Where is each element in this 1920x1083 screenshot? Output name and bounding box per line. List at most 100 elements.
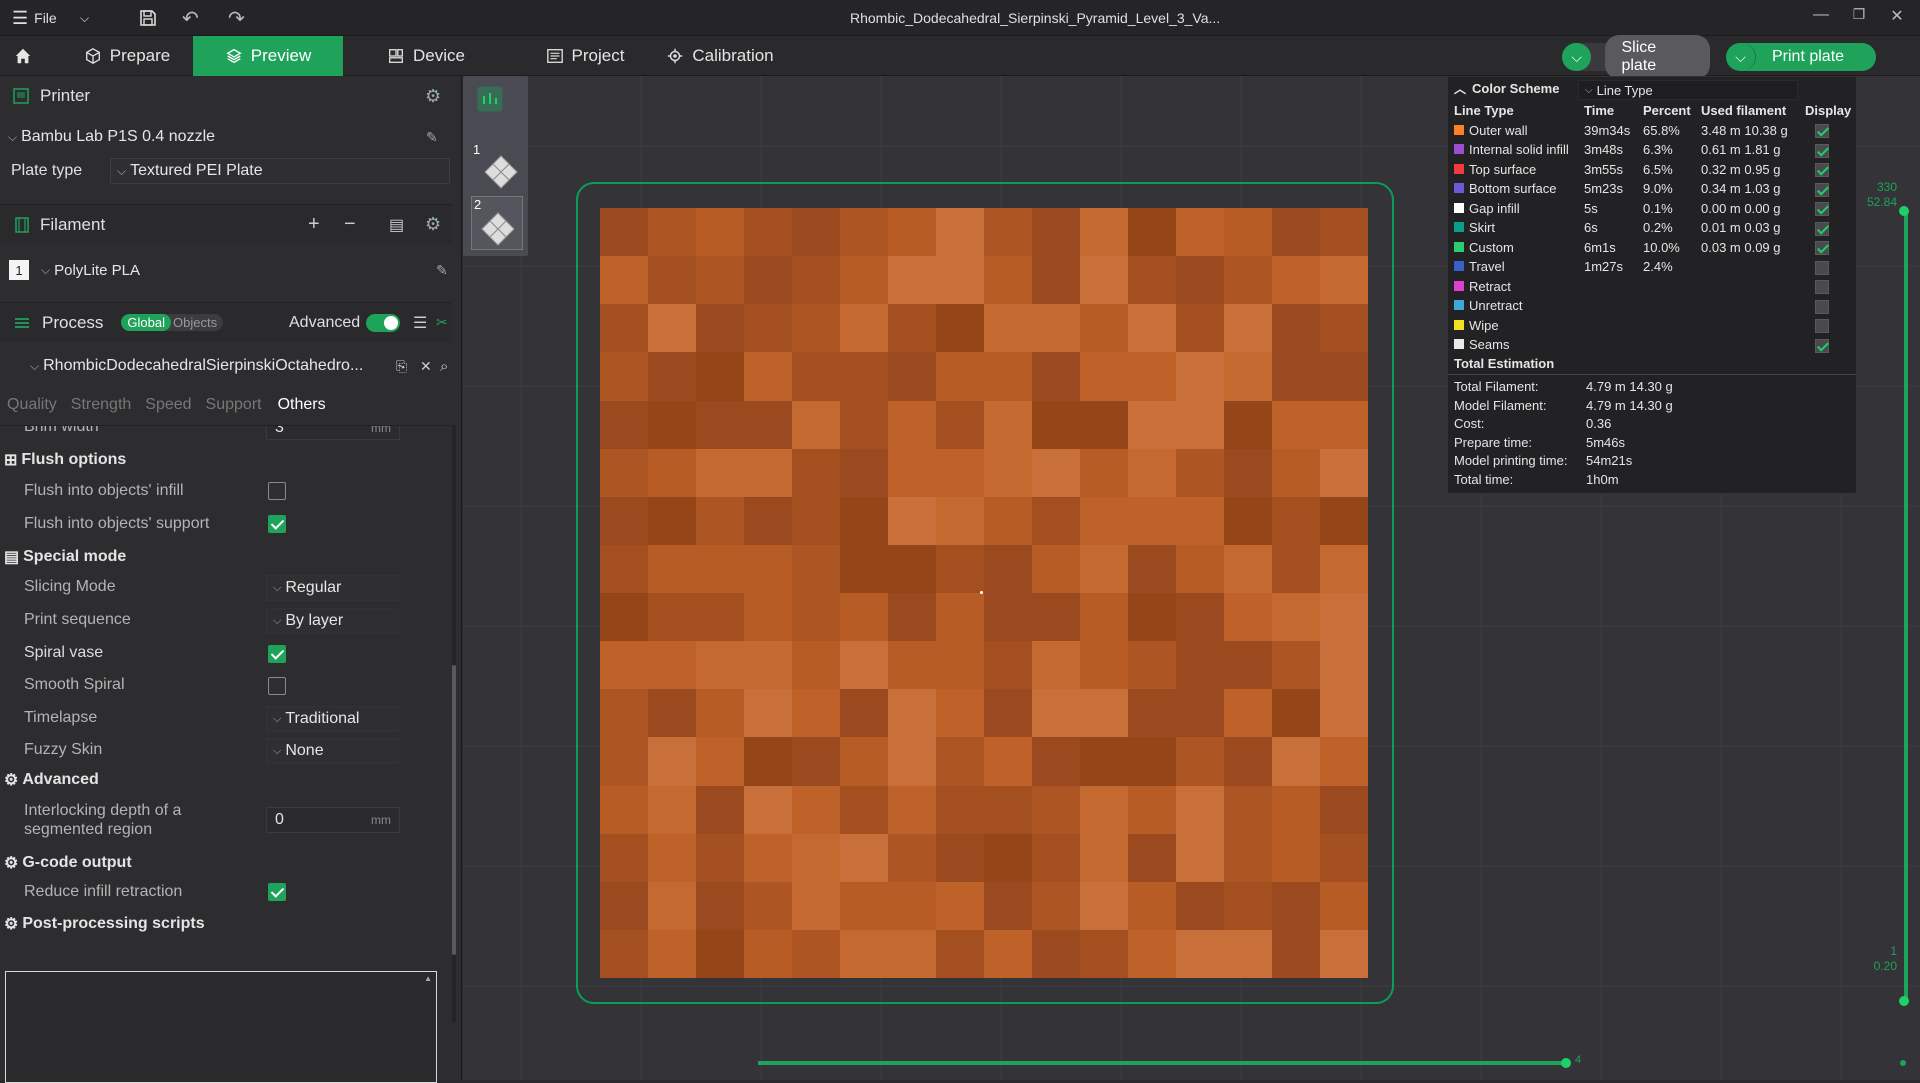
remove-filament-icon[interactable]: −: [344, 213, 356, 236]
layer-slider-track[interactable]: [1904, 211, 1908, 1001]
advanced-toggle[interactable]: [366, 313, 400, 332]
menu-dropdown-icon[interactable]: ⌵: [80, 0, 89, 36]
close-profile-icon[interactable]: ✕: [420, 358, 432, 375]
move-slider-track[interactable]: [758, 1061, 1566, 1065]
print-dropdown-icon[interactable]: ⌵: [1726, 43, 1756, 71]
model-tile: [1272, 689, 1320, 738]
move-slider-handle[interactable]: [1561, 1058, 1571, 1068]
legend-display-checkbox[interactable]: [1815, 143, 1829, 158]
reduce-retraction-checkbox[interactable]: [268, 883, 286, 901]
model-tile: [744, 881, 792, 930]
list-view-icon[interactable]: ☰: [413, 313, 427, 333]
compare-icon[interactable]: ✂: [436, 314, 448, 331]
edit-icon[interactable]: ✎: [426, 129, 438, 146]
printer-settings-gear-icon[interactable]: ⚙: [425, 86, 441, 107]
process-profile-row[interactable]: ⌵ RhombicDodecahedralSierpinskiOctahedro…: [0, 352, 462, 380]
global-option[interactable]: Global: [121, 314, 171, 331]
legend-color-swatch: [1454, 339, 1464, 350]
legend-filament: 0.32 m 0.95 g: [1701, 161, 1781, 177]
add-filament-icon[interactable]: +: [308, 213, 320, 236]
legend-display-checkbox[interactable]: [1815, 202, 1829, 217]
model-tile: [1128, 689, 1176, 738]
advanced-toggle-label: Advanced: [289, 313, 361, 331]
tab-prepare[interactable]: Prepare: [62, 36, 192, 76]
smooth-spiral-checkbox[interactable]: [268, 677, 286, 695]
tab-device[interactable]: Device: [370, 36, 482, 76]
layer-slider-top-handle[interactable]: [1899, 206, 1909, 216]
model-tile: [1320, 881, 1368, 930]
print-plate-button[interactable]: ⌵ Print plate: [1726, 43, 1876, 71]
tab-project[interactable]: Project: [524, 36, 646, 76]
layer-slider-bottom-handle[interactable]: [1899, 996, 1909, 1006]
settings-scrollbar-track[interactable]: [452, 425, 456, 1023]
chevron-down-icon: ⌵: [273, 581, 282, 594]
restore-icon[interactable]: ❐: [1847, 6, 1871, 30]
tab-quality[interactable]: Quality: [7, 396, 57, 420]
model-tile: [744, 256, 792, 305]
timelapse-select[interactable]: ⌵ Traditional: [266, 706, 399, 732]
search-icon[interactable]: ⌕: [440, 358, 448, 375]
legend-display-checkbox[interactable]: [1815, 299, 1829, 314]
close-icon[interactable]: ✕: [1885, 6, 1909, 30]
undo-icon[interactable]: ↶: [182, 0, 199, 36]
filament-sync-icon[interactable]: ▤: [389, 215, 404, 235]
interlock-depth-input[interactable]: 0 mm: [266, 807, 400, 833]
legend-percent: 2.4%: [1643, 259, 1673, 275]
tab-others[interactable]: Others: [278, 396, 326, 420]
redo-icon[interactable]: ↷: [228, 0, 245, 36]
tab-strength[interactable]: Strength: [71, 396, 131, 420]
slice-dropdown-icon[interactable]: ⌵: [1562, 43, 1592, 71]
legend-display-checkbox[interactable]: [1815, 338, 1829, 353]
advanced-group: ⚙ Advanced: [4, 770, 99, 790]
legend-time: 5s: [1584, 200, 1598, 216]
legend-display-checkbox[interactable]: [1815, 241, 1829, 256]
filament-settings-gear-icon[interactable]: ⚙: [425, 214, 441, 235]
flush-support-checkbox[interactable]: [268, 515, 286, 533]
legend-display-checkbox[interactable]: [1815, 182, 1829, 197]
post-processing-scripts-textarea[interactable]: ▲: [5, 971, 437, 1083]
save-profile-icon[interactable]: ⎘: [396, 358, 407, 375]
plate-list-chart-icon[interactable]: [477, 86, 503, 116]
plate-type-select[interactable]: ⌵ Textured PEI Plate: [110, 158, 450, 184]
filament-slot-row[interactable]: 1 ⌵ PolyLite PLA ✎: [0, 256, 450, 284]
tab-preview[interactable]: Preview: [193, 36, 343, 76]
print-sequence-select[interactable]: ⌵ By layer: [266, 608, 399, 634]
settings-scrollbar-thumb[interactable]: [452, 665, 456, 955]
slice-plate-button[interactable]: ⌵ Slice plate: [1562, 35, 1710, 79]
legend-display-checkbox[interactable]: [1815, 221, 1829, 236]
legend-display-checkbox[interactable]: [1815, 163, 1829, 178]
edit-icon[interactable]: ✎: [436, 262, 448, 279]
fuzzy-skin-select[interactable]: ⌵ None: [266, 738, 399, 764]
objects-option[interactable]: Objects: [171, 314, 223, 331]
slicing-mode-select[interactable]: ⌵ Regular: [266, 575, 399, 601]
printer-section-header: Printer ⚙: [0, 76, 452, 116]
spiral-vase-checkbox[interactable]: [268, 645, 286, 663]
plate-thumb-2[interactable]: 2: [471, 196, 523, 250]
tab-support[interactable]: Support: [206, 396, 262, 420]
textarea-scroll-up-icon[interactable]: ▲: [424, 974, 432, 983]
flush-infill-checkbox[interactable]: [268, 482, 286, 500]
brim-width-input[interactable]: 3 mm: [266, 426, 400, 440]
collapse-icon[interactable]: ︿: [1454, 80, 1466, 97]
legend-display-checkbox[interactable]: [1815, 319, 1829, 334]
color-scheme-select[interactable]: ⌵ Line Type: [1578, 80, 1798, 100]
model-tile: [1080, 929, 1128, 978]
model-tile: [888, 929, 936, 978]
legend-display-checkbox[interactable]: [1815, 280, 1829, 295]
legend-display-checkbox[interactable]: [1815, 124, 1829, 139]
save-icon[interactable]: [138, 0, 158, 36]
home-icon[interactable]: [8, 36, 38, 76]
slider-corner-dot: [1900, 1060, 1906, 1066]
tab-calibration[interactable]: Calibration: [660, 36, 780, 76]
global-objects-toggle[interactable]: Global Objects: [121, 314, 224, 331]
file-menu[interactable]: ☰ File: [12, 0, 57, 36]
bottom-layer-height: 0.20: [1873, 959, 1897, 973]
printer-selector[interactable]: ⌵ Bambu Lab P1S 0.4 nozzle ✎: [0, 123, 450, 151]
legend-filament: 0.00 m 0.00 g: [1701, 200, 1781, 216]
plate-thumb-1[interactable]: 1: [471, 142, 523, 192]
legend-display-checkbox[interactable]: [1815, 260, 1829, 275]
minimize-icon[interactable]: —: [1809, 6, 1833, 30]
total-estimation-header: Total Estimation: [1454, 356, 1555, 371]
model-tile: [888, 208, 936, 257]
tab-speed[interactable]: Speed: [145, 396, 191, 420]
